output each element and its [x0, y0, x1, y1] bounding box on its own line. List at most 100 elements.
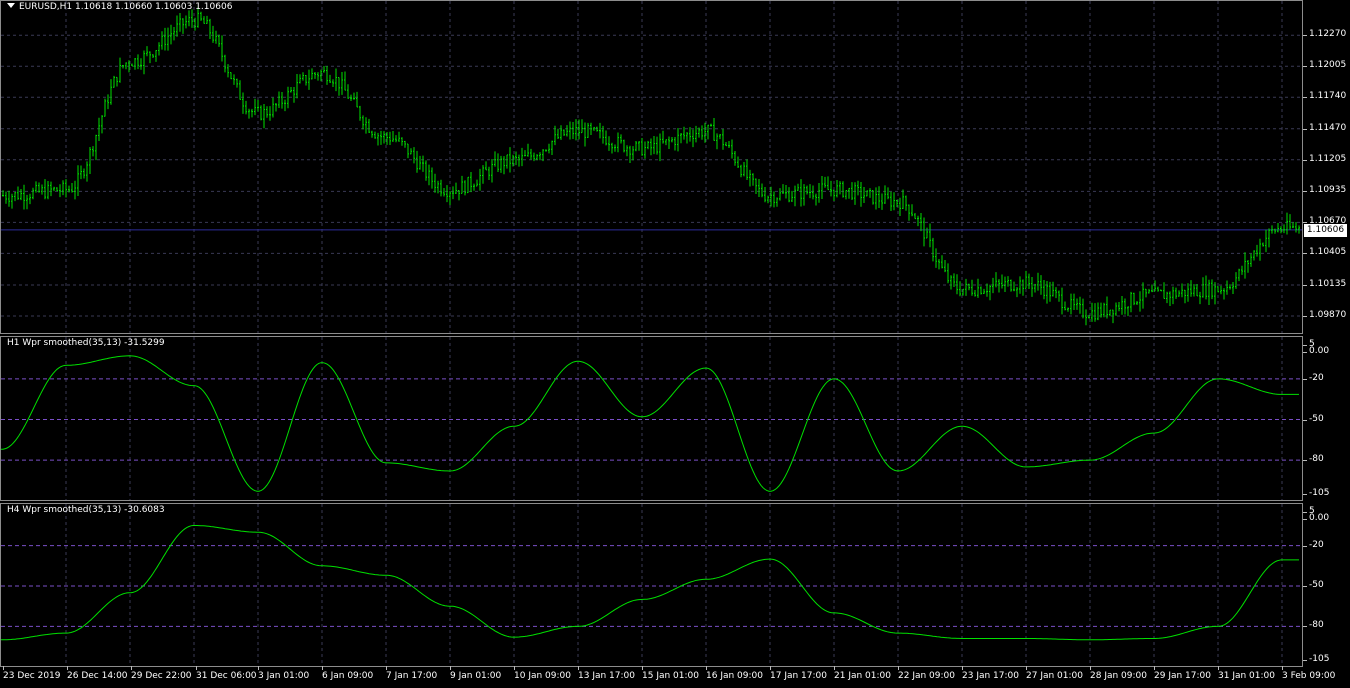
h4-indicator-label: H4 Wpr smoothed(35,13) -30.6083 [7, 505, 165, 515]
candle [176, 15, 178, 37]
x-tick-label: 21 Jan 01:00 [834, 666, 891, 681]
candle [755, 178, 757, 194]
candle [809, 184, 811, 199]
candle [479, 168, 481, 191]
candle [1049, 281, 1051, 302]
candle [650, 138, 652, 156]
candle [905, 195, 907, 211]
y-tick-label: 1.12270 [1302, 29, 1347, 40]
wpr-line [1, 525, 1299, 641]
candle [500, 155, 502, 173]
candle [374, 131, 376, 139]
y-tick-label: 0.00 [1302, 345, 1330, 356]
candle [1277, 223, 1279, 233]
main-price-pane[interactable]: EURUSD,H1 1.10618 1.10660 1.10603 1.1060… [0, 0, 1350, 334]
x-tick-label: 3 Feb 09:00 [1282, 666, 1336, 681]
candle [1157, 286, 1159, 292]
candle [272, 97, 274, 118]
candle [692, 129, 694, 148]
mt4-chart-window[interactable]: EURUSD,H1 1.10618 1.10660 1.10603 1.1060… [0, 0, 1350, 688]
candle [341, 72, 343, 95]
candle [95, 134, 97, 161]
candle [1289, 214, 1291, 230]
candle [140, 58, 142, 70]
candle [608, 136, 610, 151]
candle [467, 176, 469, 194]
candle [437, 180, 439, 194]
candle [611, 142, 613, 154]
candle [1067, 307, 1069, 312]
candle [8, 190, 10, 207]
candle [1019, 276, 1021, 294]
candle [116, 76, 118, 87]
dropdown-triangle-icon[interactable] [7, 3, 15, 8]
candle [1178, 290, 1180, 297]
candle [113, 75, 115, 88]
y-tick-label: -105 [1302, 488, 1330, 498]
candle [797, 183, 799, 191]
candle [137, 54, 139, 70]
candle [824, 176, 826, 188]
candle [548, 143, 550, 154]
candle [893, 192, 895, 211]
candle [188, 10, 190, 27]
candle [932, 237, 934, 262]
x-tick-label: 7 Jan 17:00 [386, 666, 438, 681]
candle [659, 133, 661, 162]
candle [1028, 273, 1030, 290]
time-axis[interactable]: 23 Dec 2019 26 Dec 14:00 29 Dec 22:00 31 De… [0, 666, 1350, 688]
candle [206, 15, 208, 24]
candle [413, 147, 415, 164]
candle [1148, 288, 1150, 294]
candle [473, 183, 475, 191]
candle [950, 275, 952, 290]
candle [278, 91, 280, 109]
candle [1091, 302, 1093, 322]
h1-indicator-axis[interactable]: 5 0.00 -20 -50 -80 -105 [1302, 336, 1350, 501]
candle [965, 278, 967, 296]
y-tick-label: 0.00 [1302, 512, 1330, 523]
h4-indicator-pane[interactable]: H4 Wpr smoothed(35,13) -30.6083 5 0.00 -20… [0, 503, 1350, 667]
candle [161, 31, 163, 50]
candle [215, 30, 217, 44]
candle [836, 179, 838, 198]
candle [77, 165, 79, 197]
candle [65, 179, 67, 198]
candle [518, 154, 520, 167]
candle [356, 91, 358, 108]
price-axis[interactable]: 1.12270 1.12005 1.11740 1.11470 1.11205 1.109… [1302, 0, 1350, 334]
candle [728, 140, 730, 149]
candle [443, 187, 445, 197]
candle [719, 133, 721, 140]
candle [956, 274, 958, 295]
y-tick-label: 1.10935 [1302, 185, 1347, 196]
candle [158, 42, 160, 56]
candle [833, 189, 835, 202]
candle [1166, 291, 1168, 304]
candle [485, 161, 487, 171]
candle [935, 248, 937, 268]
candle [251, 108, 253, 118]
candle [758, 178, 760, 197]
x-tick-label: 9 Jan 01:00 [450, 666, 502, 681]
candle [1256, 244, 1258, 257]
candle [110, 79, 112, 105]
candle [104, 98, 106, 117]
h4-indicator-axis[interactable]: 5 0.00 -20 -50 -80 -105 [1302, 503, 1350, 667]
current-price-badge: 1.10606 [1304, 223, 1347, 237]
candle [362, 115, 364, 130]
candle [368, 118, 370, 133]
candle [302, 72, 304, 81]
candle [1169, 291, 1171, 307]
h1-indicator-pane[interactable]: H1 Wpr smoothed(35,13) -31.5299 5 0.00 -20… [0, 336, 1350, 501]
candle [1007, 276, 1009, 287]
candle [440, 179, 442, 197]
candle [134, 58, 136, 70]
candle [164, 27, 166, 51]
candle [731, 139, 733, 159]
y-tick-label: -105 [1302, 654, 1330, 664]
candle [1046, 281, 1048, 304]
candle [638, 141, 640, 151]
candle [419, 155, 421, 170]
candle [1118, 302, 1120, 312]
